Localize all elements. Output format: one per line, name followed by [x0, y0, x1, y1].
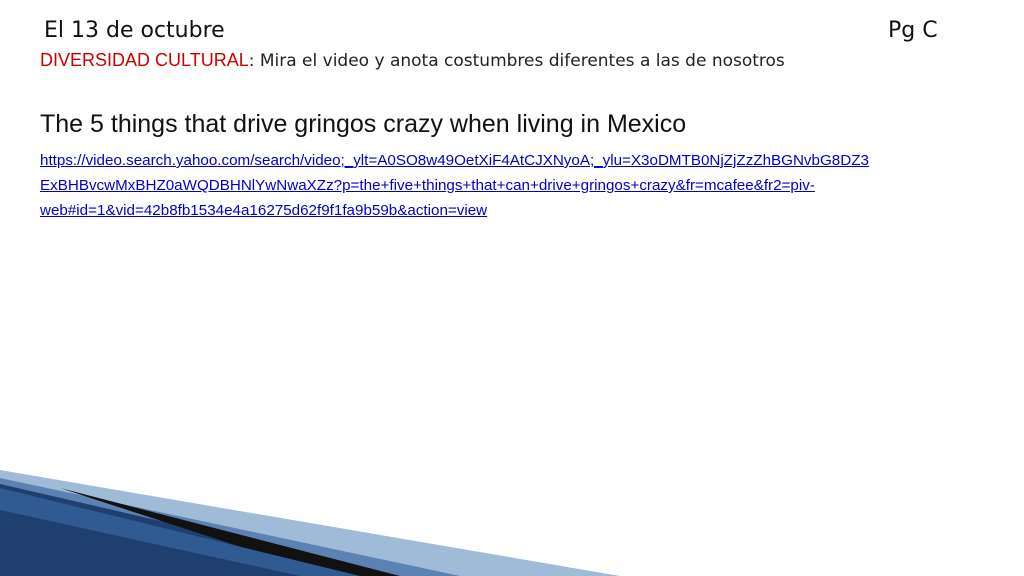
instruction-text: : Mira el video y anota costumbres difer…	[248, 51, 785, 71]
video-link-line-3[interactable]: web#id=1&vid=42b8fb1534e4a16275d62f9f1fa…	[40, 198, 990, 223]
instruction-line: DIVERSIDAD CULTURAL: Mira el video y ano…	[40, 50, 785, 71]
video-title: The 5 things that drive gringos crazy wh…	[40, 110, 687, 138]
video-link-line-2[interactable]: ExBHBvcwMxBHZ0aWQDBHNlYwNwaXZz?p=the+fiv…	[40, 173, 990, 198]
date-label: El 13 de octubre	[44, 18, 225, 43]
video-link-line-1[interactable]: https://video.search.yahoo.com/search/vi…	[40, 148, 990, 173]
video-link[interactable]: https://video.search.yahoo.com/search/vi…	[40, 148, 990, 223]
diversidad-cultural-label: DIVERSIDAD CULTURAL	[40, 50, 249, 70]
page-label: Pg C	[888, 18, 938, 43]
decorative-swoosh	[0, 470, 620, 576]
slide: El 13 de octubre Pg C DIVERSIDAD CULTURA…	[0, 0, 1024, 576]
